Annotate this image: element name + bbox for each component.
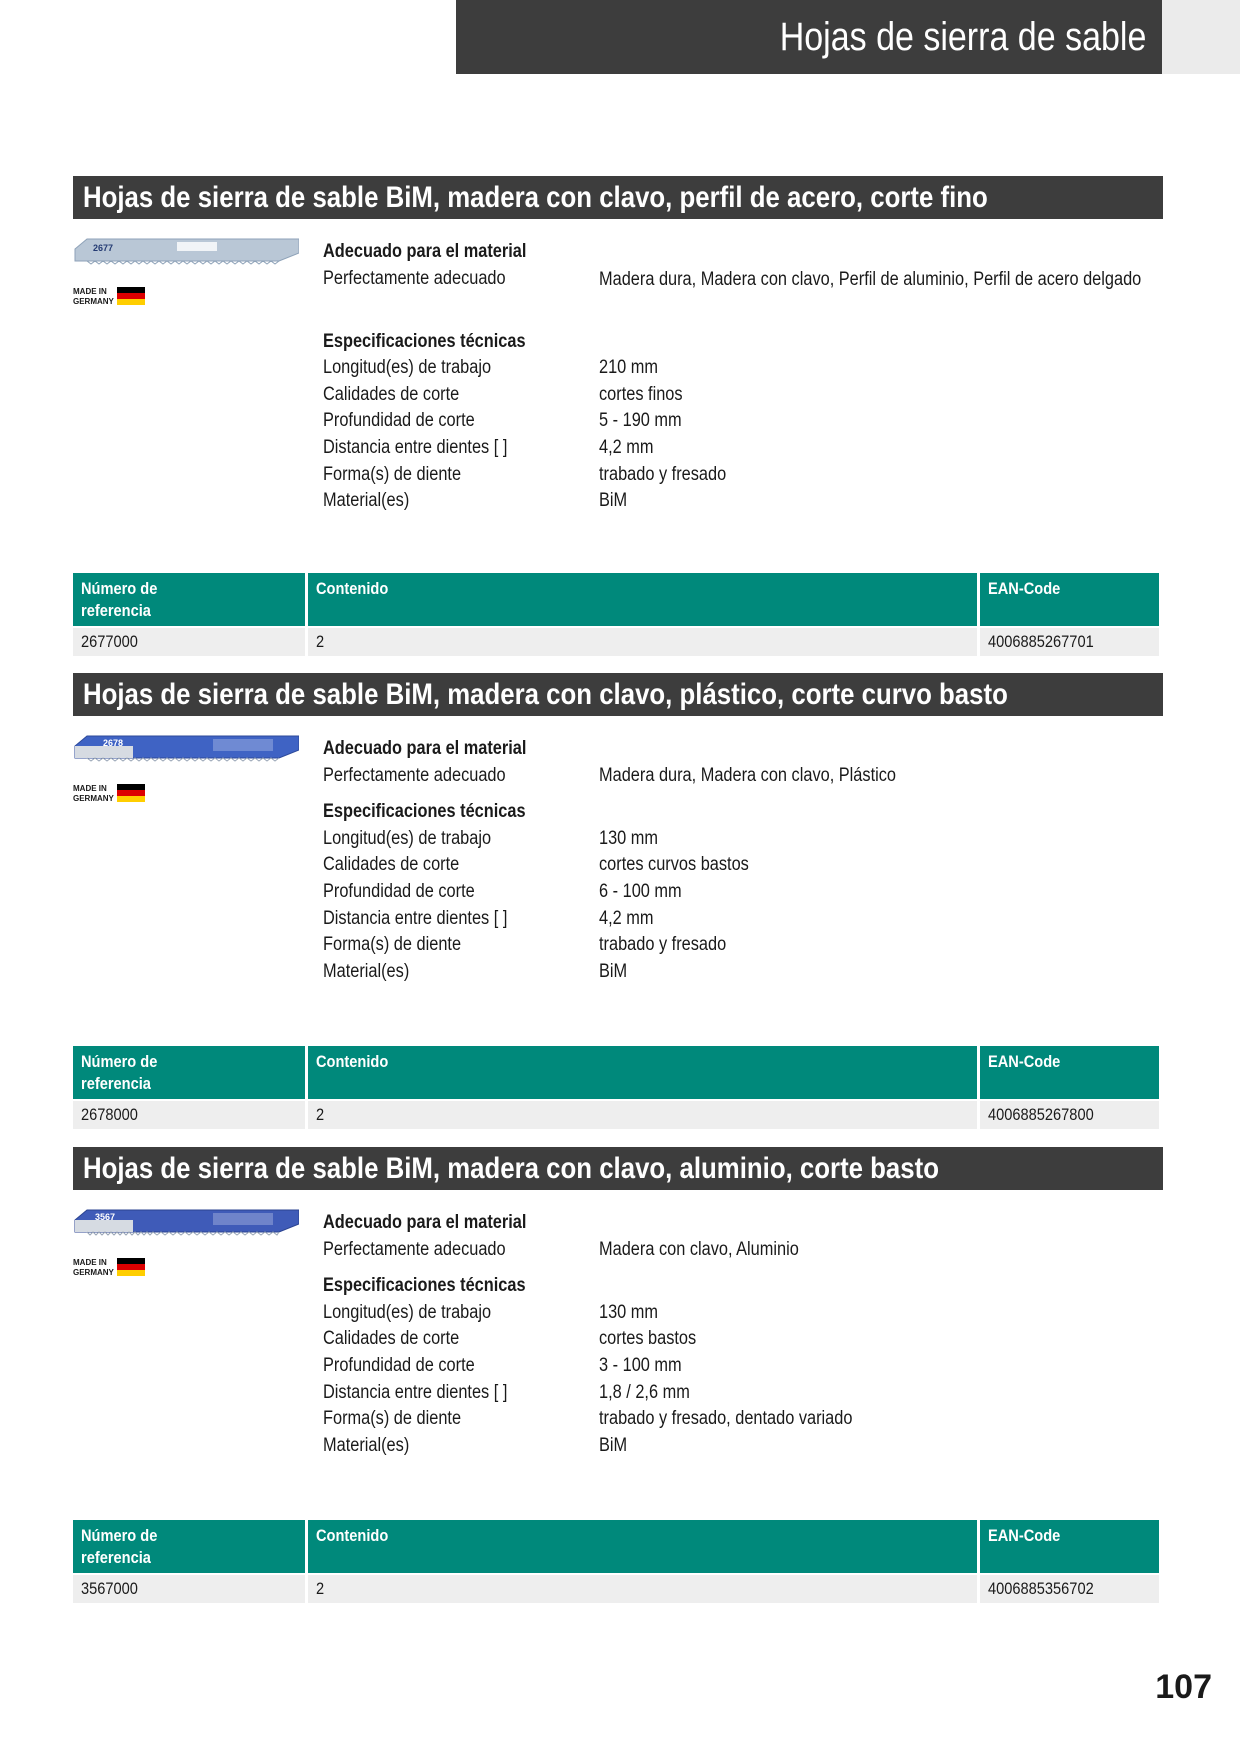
suitability-heading: Adecuado para el material <box>323 738 527 759</box>
section-title: Hojas de sierra de sable BiM, madera con… <box>73 176 1163 219</box>
reference-cell: 3567000 <box>73 1573 308 1603</box>
specifications: Adecuado para el material Perfectamente … <box>323 1210 1163 1459</box>
specs-heading: Especificaciones técnicas <box>323 801 526 823</box>
specs-heading: Especificaciones técnicas <box>323 330 526 352</box>
product-section: Hojas de sierra de sable BiM, madera con… <box>73 673 1163 1129</box>
suitability-heading: Adecuado para el material <box>323 1212 527 1233</box>
header-reference: Número de referencia <box>73 573 308 627</box>
spec-row: Forma(s) de diente trabado y fresado <box>323 463 727 485</box>
suitability-row: Perfectamente adecuado Madera dura, Made… <box>323 267 1142 290</box>
table-row: 2677000 2 4006885267701 <box>73 626 1159 656</box>
reference-cell: 2677000 <box>73 626 308 656</box>
spec-row: Profundidad de corte 3 - 100 mm <box>323 1354 682 1376</box>
spec-row: Calidades de corte cortes finos <box>323 383 683 405</box>
reference-cell: 2678000 <box>73 1099 308 1129</box>
product-section: Hojas de sierra de sable BiM, madera con… <box>73 1147 1163 1603</box>
header-reference: Número de referencia <box>73 1046 308 1100</box>
section-title: Hojas de sierra de sable BiM, madera con… <box>73 673 1163 716</box>
saw-blade-image: 3567 <box>74 1209 299 1236</box>
page-header: Hojas de sierra de sable <box>456 0 1162 74</box>
header-ean: EAN-Code <box>978 573 1159 627</box>
spec-row: Calidades de corte cortes bastos <box>323 1328 697 1350</box>
table-row: 3567000 2 4006885356702 <box>73 1573 1159 1603</box>
spec-row: Forma(s) de diente trabado y fresado, den… <box>323 1408 853 1430</box>
svg-text:MADE IN: MADE IN <box>73 784 107 793</box>
spec-row: Profundidad de corte 5 - 190 mm <box>323 410 682 432</box>
spec-row: Profundidad de corte 6 - 100 mm <box>323 880 682 902</box>
ean-cell: 4006885356702 <box>978 1573 1159 1603</box>
contents-cell: 2 <box>306 1099 980 1129</box>
reference-table: Número de referencia Contenido EAN-Code … <box>73 1046 1159 1129</box>
blade-code: 2677 <box>93 243 113 253</box>
section-title: Hojas de sierra de sable BiM, madera con… <box>73 1147 1163 1190</box>
svg-text:GERMANY: GERMANY <box>73 794 115 803</box>
header-ean: EAN-Code <box>978 1046 1159 1100</box>
header-accent <box>1162 0 1240 74</box>
header-contents: Contenido <box>306 1520 980 1574</box>
spec-row: Longitud(es) de trabajo 130 mm <box>323 1301 659 1323</box>
spec-row: Distancia entre dientes [ ] 1,8 / 2,6 mm <box>323 1381 690 1403</box>
specifications: Adecuado para el material Perfectamente … <box>323 736 1163 985</box>
contents-cell: 2 <box>306 1573 980 1603</box>
spec-row: Material(es) BiM <box>323 490 628 512</box>
svg-text:GERMANY: GERMANY <box>73 1268 115 1277</box>
spec-row: Longitud(es) de trabajo 210 mm <box>323 357 659 379</box>
product-details: 2678 MADE IN GERMANY Adecuado para el ma… <box>73 716 1163 1129</box>
spec-row: Distancia entre dientes [ ] 4,2 mm <box>323 436 654 458</box>
reference-table: Número de referencia Contenido EAN-Code … <box>73 1520 1159 1603</box>
product-details: 2677 MADE IN GERMANY Adecuado para el ma… <box>73 219 1163 656</box>
spec-row: Material(es) BiM <box>323 1434 628 1456</box>
suitability-row: Perfectamente adecuado Madera dura, Made… <box>323 764 896 786</box>
reference-table: Número de referencia Contenido EAN-Code … <box>73 573 1159 656</box>
made-in-germany-badge: MADE IN GERMANY <box>73 1258 145 1277</box>
blade-code: 3567 <box>95 1212 115 1222</box>
spec-row: Longitud(es) de trabajo 130 mm <box>323 827 659 849</box>
blade-code: 2678 <box>103 738 123 748</box>
contents-cell: 2 <box>306 626 980 656</box>
ean-cell: 4006885267800 <box>978 1099 1159 1129</box>
table-row: 2678000 2 4006885267800 <box>73 1099 1159 1129</box>
made-in-germany-badge: MADE IN GERMANY <box>73 287 145 306</box>
header-ean: EAN-Code <box>978 1520 1159 1574</box>
ean-cell: 4006885267701 <box>978 626 1159 656</box>
saw-blade-image: 2678 <box>74 735 299 762</box>
spec-row: Distancia entre dientes [ ] 4,2 mm <box>323 907 654 929</box>
product-section: Hojas de sierra de sable BiM, madera con… <box>73 176 1163 656</box>
svg-text:MADE IN: MADE IN <box>73 287 107 296</box>
specifications: Adecuado para el material Perfectamente … <box>323 239 1163 515</box>
svg-text:MADE IN: MADE IN <box>73 1258 107 1267</box>
header-contents: Contenido <box>306 573 980 627</box>
suitability-row: Perfectamente adecuado Madera con clavo,… <box>323 1238 799 1260</box>
made-in-germany-badge: MADE IN GERMANY <box>73 784 145 803</box>
spec-row: Forma(s) de diente trabado y fresado <box>323 934 727 956</box>
specs-heading: Especificaciones técnicas <box>323 1275 526 1297</box>
spec-row: Calidades de corte cortes curvos bastos <box>323 854 749 876</box>
product-details: 3567 MADE IN GERMANY Adecuado para el ma… <box>73 1190 1163 1603</box>
header-reference: Número de referencia <box>73 1520 308 1574</box>
suitability-heading: Adecuado para el material <box>323 241 527 262</box>
header-contents: Contenido <box>306 1046 980 1100</box>
svg-text:GERMANY: GERMANY <box>73 297 115 306</box>
saw-blade-image: 2677 <box>74 238 299 265</box>
page-number: 107 <box>1155 1668 1212 1706</box>
spec-row: Material(es) BiM <box>323 960 628 982</box>
